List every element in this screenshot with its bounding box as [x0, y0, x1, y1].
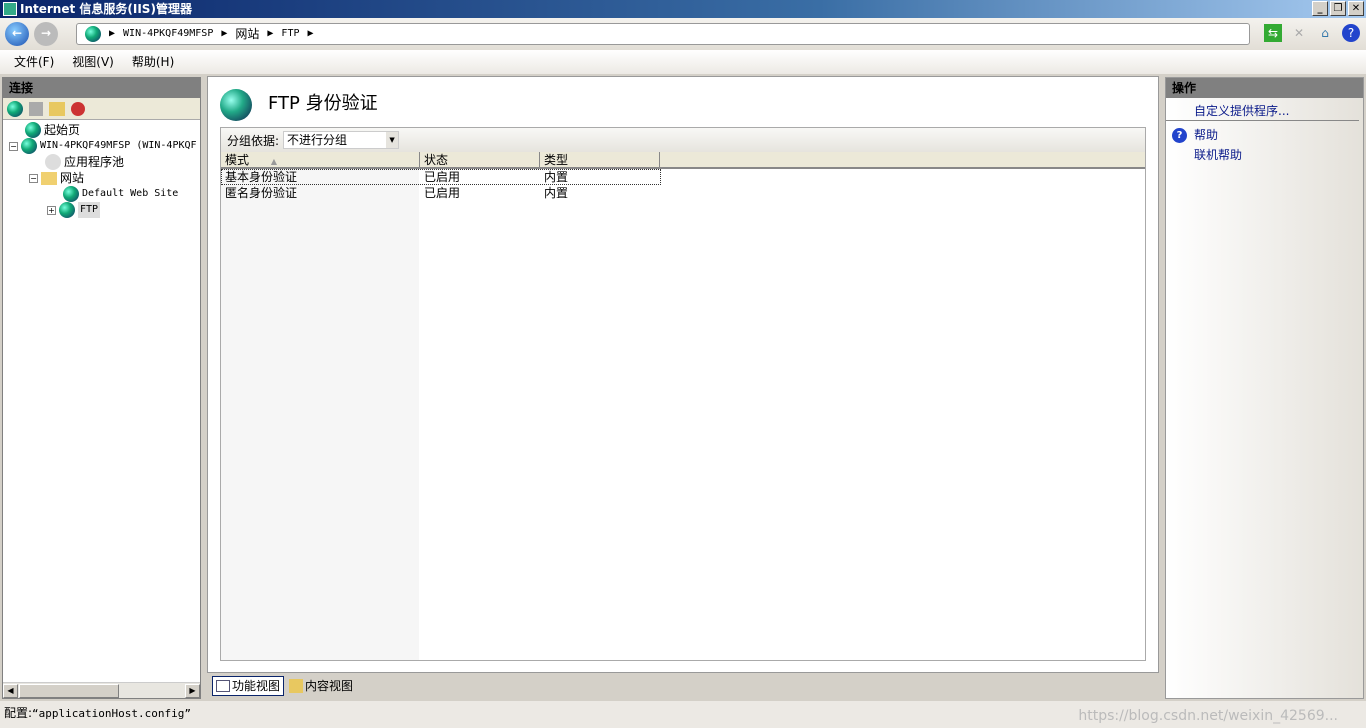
navigation-bar: ← → ▶ WIN-4PKQF49MFSP ▶ 网站 ▶ FTP ▶ ⇆ ✕ ⌂… [0, 18, 1366, 50]
breadcrumb-sites[interactable]: 网站 [235, 24, 259, 44]
horizontal-scrollbar[interactable]: ◀ ▶ [3, 682, 200, 698]
menu-file[interactable]: 文件(F) [14, 50, 54, 74]
action-online-help[interactable]: 联机帮助 [1166, 145, 1363, 165]
status-bar: 配置:“applicationHost.config” https://blog… [0, 701, 1366, 728]
globe-icon [63, 186, 79, 202]
config-file: “applicationHost.config” [32, 707, 191, 720]
help-icon: ? [1172, 128, 1187, 143]
sites-folder-icon [41, 171, 57, 185]
column-header-mode[interactable]: 模式 ▲ [221, 152, 420, 167]
content-view-icon [289, 679, 304, 693]
scroll-left-button[interactable]: ◀ [3, 684, 18, 698]
connect-icon[interactable] [7, 100, 23, 117]
menu-bar: 文件(F) 视图(V) 帮助(H) [0, 50, 1366, 74]
expand-icon[interactable]: + [47, 205, 56, 215]
up-folder-icon[interactable] [49, 101, 65, 116]
collapse-icon[interactable]: − [29, 173, 38, 183]
globe-icon [85, 26, 101, 42]
app-pool-icon [45, 154, 61, 170]
tree-item-app-pools[interactable]: 应用程序池 [45, 154, 124, 170]
group-by-bar: 分组依据: 不进行分组 ▼ [221, 128, 1145, 152]
actions-title: 操作 [1166, 78, 1363, 98]
group-by-select[interactable]: 不进行分组 ▼ [283, 131, 400, 149]
breadcrumb-ftp[interactable]: FTP [281, 24, 299, 44]
globe-icon [59, 202, 75, 218]
first-column-bg [221, 169, 419, 660]
table-row[interactable]: 基本身份验证 已启用 内置 [221, 169, 661, 185]
title-bar: Internet 信息服务(IIS)管理器 _ ❐ ✕ [0, 0, 1366, 18]
stop-icon[interactable]: ✕ [1290, 24, 1308, 42]
restore-button[interactable]: ❐ [1330, 1, 1346, 16]
tree-item-server[interactable]: − WIN-4PKQF49MFSP (WIN-4PKQF [9, 138, 197, 154]
action-custom-providers[interactable]: 自定义提供程序... [1166, 101, 1359, 121]
auth-list: 分组依据: 不进行分组 ▼ 模式 ▲ 状态 类型 基本身份验证 已启用 内置 匿名… [220, 127, 1146, 661]
save-icon[interactable] [29, 101, 43, 116]
window-title: Internet 信息服务(IIS)管理器 [20, 2, 192, 16]
disconnect-icon[interactable] [71, 101, 85, 116]
column-header-status[interactable]: 状态 [420, 152, 540, 167]
tree-item-default-web-site[interactable]: Default Web Site [63, 186, 178, 202]
action-help[interactable]: ? 帮助 [1166, 125, 1363, 145]
chevron-down-icon: ▼ [386, 132, 399, 148]
scroll-thumb[interactable] [19, 684, 119, 698]
connections-tree: 起始页 − WIN-4PKQF49MFSP (WIN-4PKQF 应用程序池 − 网… [3, 120, 200, 218]
refresh-icon[interactable]: ⇆ [1264, 24, 1282, 42]
group-by-label: 分组依据: [227, 133, 280, 148]
column-header-type[interactable]: 类型 [540, 152, 660, 167]
server-icon [21, 138, 37, 154]
start-page-icon [25, 122, 41, 138]
tree-item-start-page[interactable]: 起始页 [25, 122, 80, 138]
collapse-icon[interactable]: − [9, 141, 18, 151]
home-icon[interactable]: ⌂ [1316, 24, 1334, 42]
features-view-icon [216, 680, 230, 692]
sort-ascending-icon: ▲ [270, 157, 277, 166]
tab-features-view[interactable]: 功能视图 [212, 676, 285, 696]
feature-panel: FTP 身份验证 分组依据: 不进行分组 ▼ 模式 ▲ 状态 类型 基本身份验证 … [207, 76, 1159, 673]
forward-button[interactable]: → [34, 22, 58, 46]
table-row[interactable]: 匿名身份验证 已启用 内置 [221, 185, 1145, 201]
view-tabs: 功能视图 内容视图 [212, 676, 356, 696]
tree-item-sites[interactable]: − 网站 [29, 170, 84, 186]
connections-toolbar [3, 98, 200, 120]
tab-content-view[interactable]: 内容视图 [286, 676, 356, 696]
page-title: FTP 身份验证 [268, 93, 378, 114]
ftp-globe-icon [220, 89, 252, 121]
scroll-right-button[interactable]: ▶ [185, 684, 200, 698]
iis-app-icon [3, 2, 17, 16]
tree-item-ftp[interactable]: + FTP [47, 202, 101, 218]
back-button[interactable]: ← [5, 22, 29, 46]
column-headers: 模式 ▲ 状态 类型 [221, 152, 1145, 169]
close-button[interactable]: ✕ [1348, 1, 1364, 16]
connections-title: 连接 [3, 78, 200, 98]
menu-view[interactable]: 视图(V) [72, 50, 114, 74]
breadcrumb-server[interactable]: WIN-4PKQF49MFSP [123, 24, 213, 44]
menu-help[interactable]: 帮助(H) [132, 50, 174, 74]
connections-panel: 连接 起始页 − WIN-4PKQF49MFSP (WIN-4PKQF 应用程序池… [2, 77, 201, 699]
actions-panel: 操作 自定义提供程序... ? 帮助 联机帮助 [1165, 77, 1364, 699]
help-icon[interactable]: ? [1342, 24, 1360, 42]
address-bar[interactable]: ▶ WIN-4PKQF49MFSP ▶ 网站 ▶ FTP ▶ [76, 23, 1250, 45]
minimize-button[interactable]: _ [1312, 1, 1328, 16]
watermark: https://blog.csdn.net/weixin_42569... [1078, 708, 1338, 724]
